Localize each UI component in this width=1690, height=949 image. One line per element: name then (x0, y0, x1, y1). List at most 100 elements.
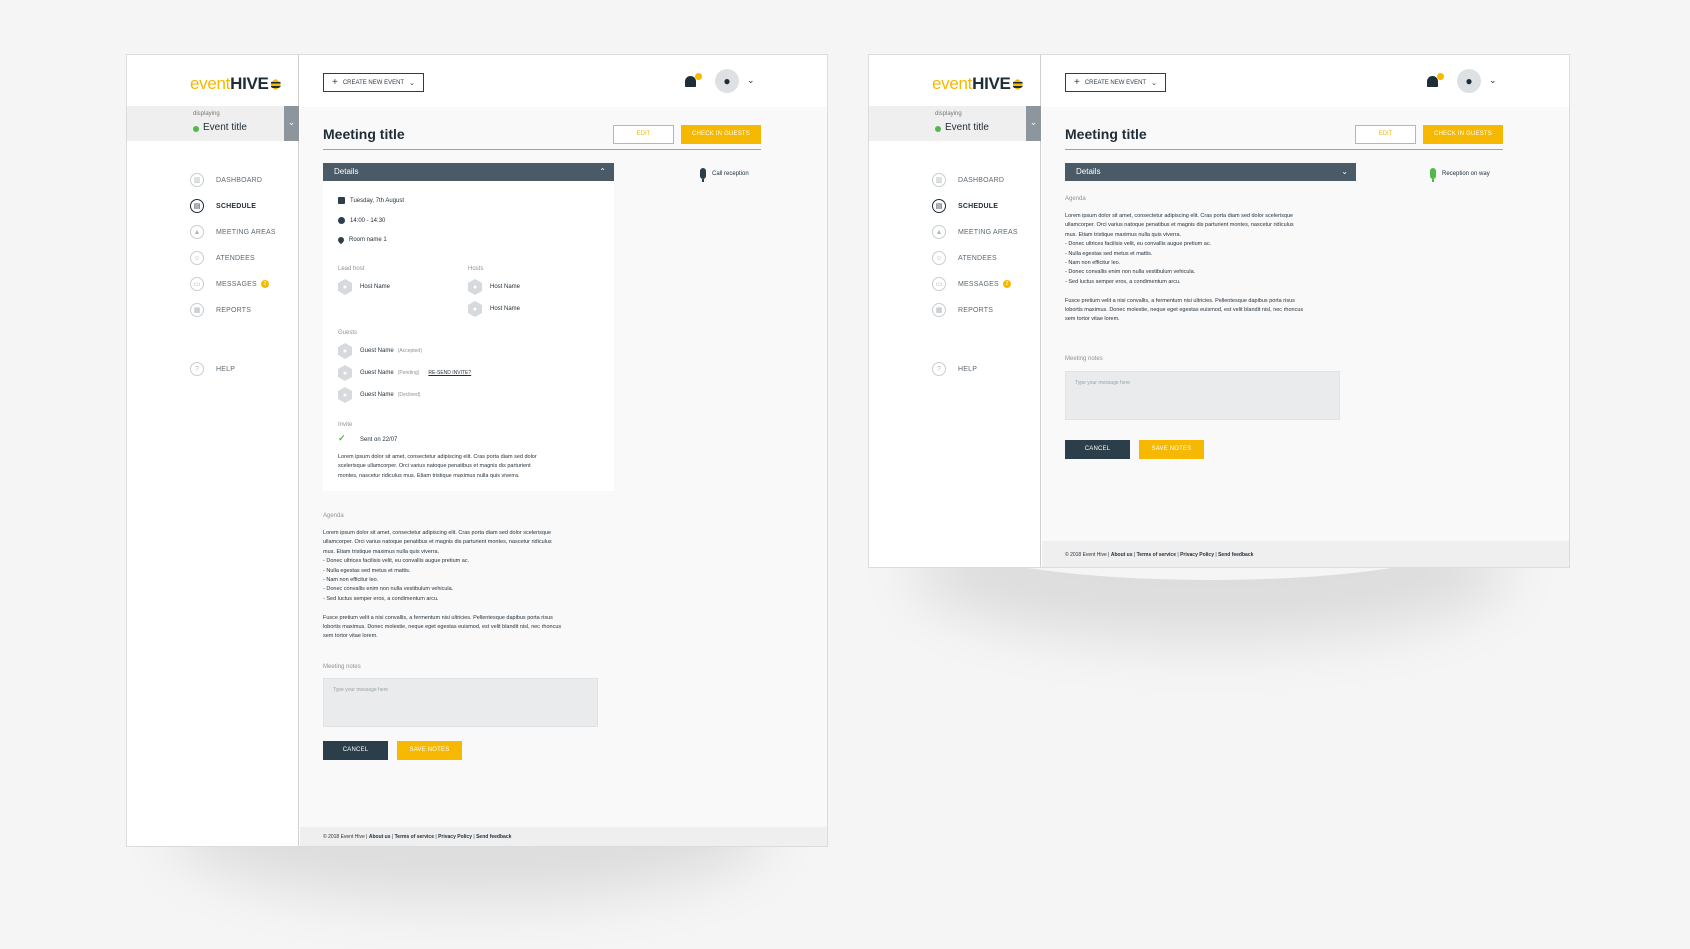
displaying-label: displaying (193, 111, 220, 117)
reports-icon: ▦ (932, 303, 946, 317)
sidebar-item-help[interactable]: ? HELP (190, 356, 235, 382)
top-bar: + CREATE NEW EVENT ⌄ ● ⌄ (300, 55, 827, 107)
sidebar-item-meeting-areas[interactable]: ▲ MEETING AREAS (190, 219, 276, 245)
call-reception-button[interactable]: Call reception (700, 168, 749, 182)
event-title: Event title (203, 122, 247, 133)
cancel-button[interactable]: CANCEL (323, 741, 388, 760)
check-in-guests-button[interactable]: CHECK IN GUESTS (681, 125, 761, 144)
sidebar-item-messages[interactable]: ▭ MESSAGES 2 (932, 271, 1018, 297)
agenda-label: Agenda (1065, 196, 1086, 202)
attendees-icon: ☺ (932, 251, 946, 265)
sidebar-nav: ▥ DASHBOARD ▤ SCHEDULE ▲ MEETING AREAS ☺ ATE… (932, 167, 1018, 323)
chevron-down-icon: ⌄ (1341, 167, 1348, 176)
cancel-button[interactable]: CANCEL (1065, 440, 1130, 459)
person-avatar-icon: ● (338, 387, 352, 403)
sidebar-nav: ▥ DASHBOARD ▤ SCHEDULE ▲ MEETING AREAS ☺ ATE… (190, 167, 276, 323)
agenda-text: Lorem ipsum dolor sit amet, consectetur … (1065, 213, 1304, 323)
bell-icon[interactable] (684, 73, 702, 89)
sidebar-item-reports[interactable]: ▦ REPORTS (190, 297, 276, 323)
guest-row: ● Guest Name (Declined) (338, 387, 420, 403)
help-icon: ? (932, 362, 946, 376)
meeting-notes-label: Meeting notes (1065, 356, 1103, 362)
main-content: + CREATE NEW EVENT ⌄ ● ⌄ Meeting title EDI… (300, 55, 827, 846)
chevron-down-icon[interactable]: ⌄ (747, 75, 755, 86)
privacy-link[interactable]: Privacy Policy (1180, 552, 1214, 558)
event-title: Event title (945, 122, 989, 133)
dashboard-icon: ▥ (932, 173, 946, 187)
attendees-icon: ☺ (190, 251, 204, 265)
reports-icon: ▦ (190, 303, 204, 317)
agenda-label: Agenda (323, 513, 344, 519)
save-notes-button[interactable]: SAVE NOTES (397, 741, 462, 760)
sidebar-item-meeting-areas[interactable]: ▲ MEETING AREAS (932, 219, 1018, 245)
terms-link[interactable]: Terms of service (1137, 552, 1176, 558)
help-icon: ? (190, 362, 204, 376)
person-avatar-icon: ● (468, 279, 482, 295)
bell-icon[interactable] (1426, 73, 1444, 89)
plus-icon: + (1074, 77, 1080, 88)
person-avatar-icon: ● (338, 343, 352, 359)
sidebar-item-schedule[interactable]: ▤ SCHEDULE (932, 193, 1018, 219)
about-link[interactable]: About us (369, 834, 391, 840)
feedback-link[interactable]: Send feedback (1218, 552, 1253, 558)
chevron-down-icon[interactable]: ⌄ (1489, 75, 1497, 86)
chevron-up-icon: ⌃ (599, 167, 606, 176)
about-link[interactable]: About us (1111, 552, 1133, 558)
microphone-icon (700, 168, 706, 182)
chevron-down-icon[interactable]: ⌄ (284, 106, 299, 141)
terms-link[interactable]: Terms of service (395, 834, 434, 840)
sidebar-item-messages[interactable]: ▭ MESSAGES 2 (190, 271, 276, 297)
clock-icon (338, 217, 345, 224)
guest-row: ● Guest Name (Pending) RE-SEND INVITE? (338, 365, 471, 381)
event-switcher[interactable]: displaying Event title ⌄ (869, 106, 1041, 141)
status-dot (935, 126, 941, 132)
notification-dot (695, 73, 702, 80)
schedule-icon: ▤ (190, 199, 204, 213)
eventhive-logo[interactable]: eventHIVE (932, 74, 1023, 94)
sidebar-item-attendees[interactable]: ☺ ATENDEES (190, 245, 276, 271)
schedule-icon: ▤ (932, 199, 946, 213)
sidebar-item-help[interactable]: ? HELP (932, 356, 977, 382)
event-switcher[interactable]: displaying Event title ⌄ (127, 106, 299, 141)
eventhive-logo[interactable]: eventHIVE (190, 74, 281, 94)
time-row: 14:00 - 14:30 (338, 217, 385, 224)
sidebar-item-reports[interactable]: ▦ REPORTS (932, 297, 1018, 323)
invite-sent: Sent on 22/07 (360, 437, 398, 443)
meeting-notes-input[interactable]: Type your message here (323, 678, 598, 727)
chevron-down-icon: ⌄ (1151, 79, 1157, 87)
sidebar-item-dashboard[interactable]: ▥ DASHBOARD (932, 167, 1018, 193)
footer: © 2018 Event Hive | About us | Terms of … (300, 827, 827, 846)
invite-text: Lorem ipsum dolor sit amet, consectetur … (338, 454, 537, 479)
save-notes-button[interactable]: SAVE NOTES (1139, 440, 1204, 459)
details-accordion-header[interactable]: Details ⌃ (323, 163, 614, 181)
sidebar: eventHIVE displaying Event title ⌄ ▥ DASH… (869, 55, 1041, 567)
plus-icon: + (332, 77, 338, 88)
details-accordion-header[interactable]: Details ⌄ (1065, 163, 1356, 181)
sidebar-item-dashboard[interactable]: ▥ DASHBOARD (190, 167, 276, 193)
edit-button[interactable]: EDIT (613, 125, 674, 144)
avatar[interactable]: ● (715, 69, 739, 93)
messages-badge: 2 (260, 280, 269, 288)
create-event-button[interactable]: + CREATE NEW EVENT ⌄ (1065, 73, 1166, 92)
screen-collapsed: eventHIVE displaying Event title ⌄ ▥ DASH… (868, 54, 1570, 568)
meeting-notes-input[interactable]: Type your message here (1065, 371, 1340, 420)
microphone-icon (1430, 168, 1436, 182)
chevron-down-icon[interactable]: ⌄ (1026, 106, 1041, 141)
lead-host: ● Host Name (338, 279, 390, 295)
sidebar-item-attendees[interactable]: ☺ ATENDEES (932, 245, 1018, 271)
invite-label: Invite (338, 422, 353, 428)
avatar[interactable]: ● (1457, 69, 1481, 93)
feedback-link[interactable]: Send feedback (476, 834, 511, 840)
footer: © 2018 Event Hive | About us | Terms of … (1042, 541, 1569, 567)
edit-button[interactable]: EDIT (1355, 125, 1416, 144)
details-panel (323, 181, 614, 491)
page-title: Meeting title (1065, 126, 1147, 142)
date-row: Tuesday, 7th August (338, 197, 404, 204)
privacy-link[interactable]: Privacy Policy (438, 834, 472, 840)
location-pin-icon (336, 235, 346, 245)
person-avatar-icon: ● (468, 301, 482, 317)
create-event-button[interactable]: + CREATE NEW EVENT ⌄ (323, 73, 424, 92)
resend-invite-link[interactable]: RE-SEND INVITE? (428, 370, 471, 376)
check-in-guests-button[interactable]: CHECK IN GUESTS (1423, 125, 1503, 144)
sidebar-item-schedule[interactable]: ▤ SCHEDULE (190, 193, 276, 219)
